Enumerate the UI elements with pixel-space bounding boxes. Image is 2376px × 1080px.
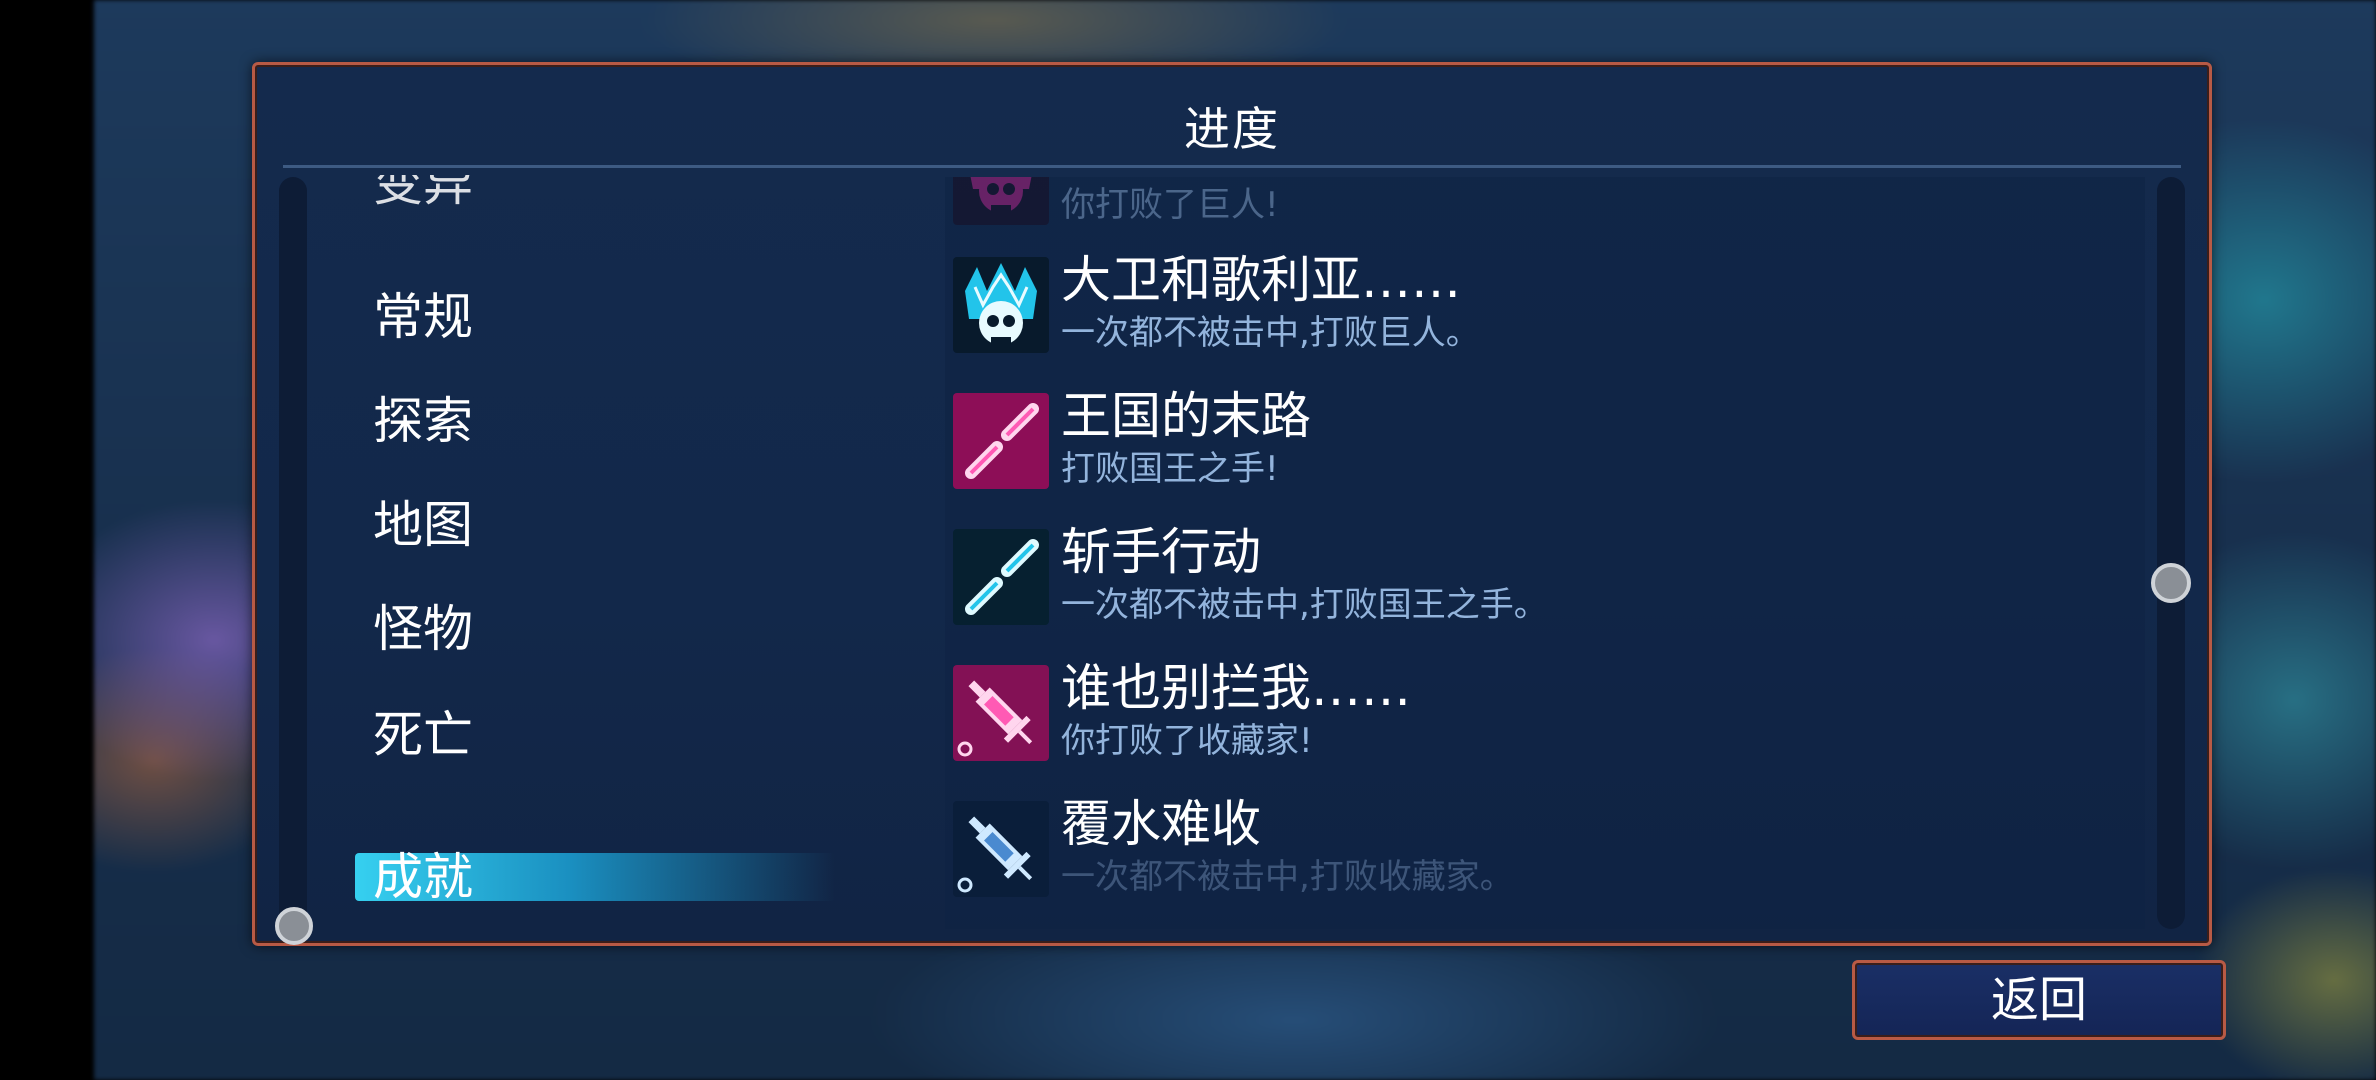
achievement-item[interactable]: 大卫和歌利亚…… 一次都不被击中,打败巨人。 (945, 247, 2125, 367)
achievement-list: 你打败了巨人! 大卫和歌利亚…… 一次都不被击中,打败巨人。 王国的末路 打败国… (945, 177, 2145, 929)
syringe-icon (953, 665, 1049, 761)
back-button[interactable]: 返回 (1852, 960, 2226, 1040)
achievement-name: 谁也别拦我…… (1061, 659, 1411, 717)
achievement-description: 你打败了巨人! (1061, 185, 1279, 225)
achievement-item[interactable]: 你打败了巨人! (945, 177, 2125, 239)
achievement-item[interactable]: 谁也别拦我…… 你打败了收藏家! (945, 655, 2125, 775)
achievement-name: 覆水难收 (1061, 795, 1261, 853)
achievement-name: 王国的末路 (1061, 387, 1311, 445)
achievement-description: 一次都不被击中,打败国王之手。 (1061, 585, 1548, 625)
category-item-mutations[interactable]: 变异 (373, 175, 473, 213)
achievement-name: 大卫和歌利亚…… (1061, 251, 1461, 309)
category-list: 变异 常规 探索 地图 怪物 死亡 成就 (255, 65, 855, 943)
category-item-exploration[interactable]: 探索 (373, 391, 473, 451)
progress-panel: 进度 变异 常规 探索 地图 怪物 死亡 成就 你打败了巨人! 大卫和歌利亚……… (252, 62, 2212, 946)
achievement-description: 一次都不被击中,打败收藏家。 (1061, 857, 1514, 897)
category-item-monsters[interactable]: 怪物 (373, 599, 473, 659)
broken-sword-icon (953, 529, 1049, 625)
category-item-general[interactable]: 常规 (373, 287, 473, 347)
skull-crown-icon (953, 257, 1049, 353)
skull-crown-icon (953, 177, 1049, 225)
achievement-scroll-thumb[interactable] (2151, 563, 2191, 603)
achievement-item[interactable]: 王国的末路 打败国王之手! (945, 383, 2125, 503)
achievement-description: 打败国王之手! (1061, 449, 1279, 489)
syringe-icon (953, 801, 1049, 897)
achievement-description: 一次都不被击中,打败巨人。 (1061, 313, 1480, 353)
category-item-deaths[interactable]: 死亡 (373, 705, 473, 765)
achievement-scrollbar[interactable] (2157, 177, 2185, 929)
achievement-item[interactable]: 斩手行动 一次都不被击中,打败国王之手。 (945, 519, 2125, 639)
category-item-achievements[interactable]: 成就 (373, 847, 473, 907)
category-item-map[interactable]: 地图 (373, 495, 473, 555)
achievement-name: 斩手行动 (1061, 523, 1261, 581)
achievement-item[interactable]: 覆水难收 一次都不被击中,打败收藏家。 (945, 791, 2125, 911)
broken-sword-icon (953, 393, 1049, 489)
achievement-description: 你打败了收藏家! (1061, 721, 1313, 761)
